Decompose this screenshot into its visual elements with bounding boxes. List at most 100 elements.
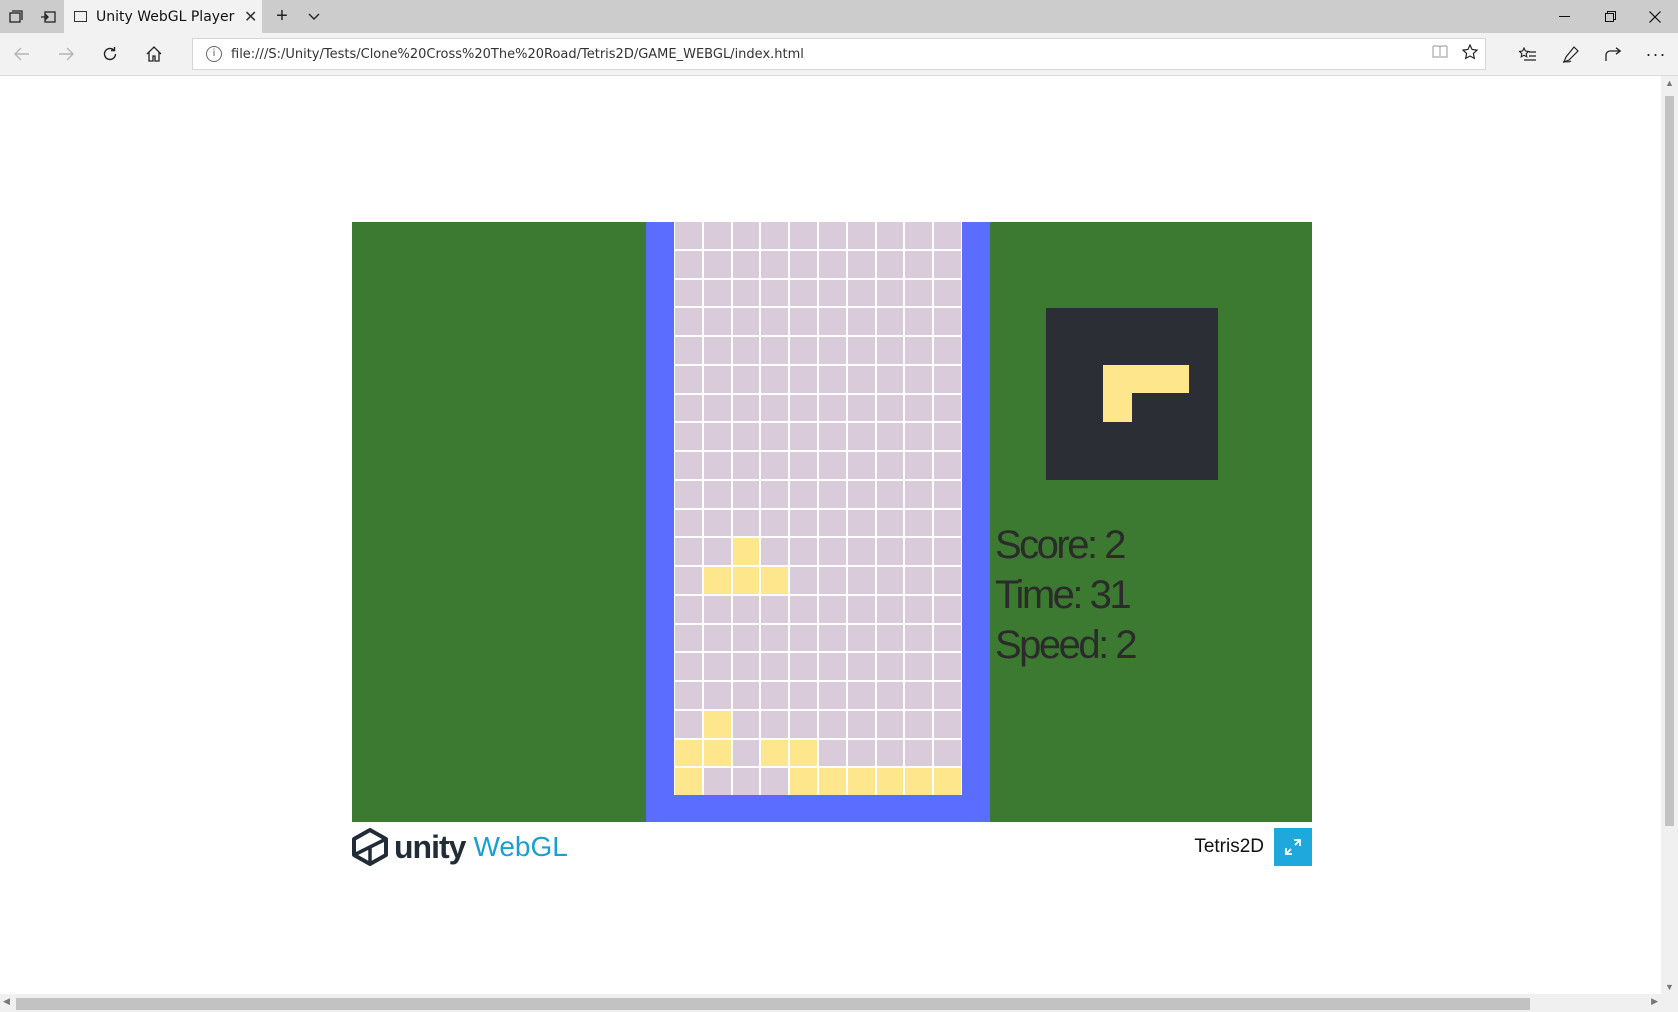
board-cell (790, 509, 817, 537)
board-cell (847, 337, 875, 364)
board-cell (703, 222, 731, 249)
board-cell (876, 279, 904, 307)
board-cell (761, 308, 789, 335)
board-cell (732, 308, 760, 335)
pen-notes-icon[interactable] (1550, 33, 1590, 75)
board-cell (905, 279, 933, 307)
board-cell (675, 279, 702, 307)
scroll-up-icon[interactable]: ▲ (1661, 78, 1678, 88)
tab-list-icon[interactable] (0, 0, 32, 33)
address-bar[interactable]: i file:///S:/Unity/Tests/Clone%20Cross%2… (192, 38, 1486, 70)
board-cell (876, 624, 904, 652)
board-cell (818, 710, 846, 738)
minimize-icon[interactable] (1541, 0, 1587, 33)
new-tab-icon[interactable]: + (266, 0, 298, 33)
board-cell (905, 595, 933, 623)
more-options-icon[interactable]: ··· (1636, 33, 1676, 75)
tab-active[interactable]: Unity WebGL Player | Te ✕ (64, 0, 262, 33)
board-cell (876, 337, 904, 364)
board-cell (732, 394, 760, 422)
chevron-down-icon[interactable] (298, 0, 330, 33)
board-cell (703, 337, 731, 364)
home-icon[interactable] (134, 33, 174, 75)
board-cell-filled (847, 768, 875, 795)
board-cell (818, 624, 846, 652)
board-cell (905, 394, 933, 422)
back-icon[interactable] (2, 33, 42, 75)
board-cell (934, 682, 961, 709)
next-piece-block-top (1103, 365, 1189, 393)
board-cell (847, 509, 875, 537)
scroll-down-icon[interactable]: ▼ (1661, 982, 1678, 992)
url-text[interactable]: file:///S:/Unity/Tests/Clone%20Cross%20T… (231, 47, 1425, 62)
horizontal-scroll-thumb[interactable] (16, 998, 1530, 1010)
board-cell (876, 653, 904, 680)
forward-icon[interactable] (46, 33, 86, 75)
board-cell (847, 653, 875, 680)
board-cell (818, 365, 846, 393)
board-cell-filled (761, 739, 789, 767)
board-cell (732, 710, 760, 738)
board-cell (732, 337, 760, 364)
vertical-scrollbar[interactable]: ▲ ▼ (1661, 76, 1678, 994)
board-cell (761, 250, 789, 278)
horizontal-scrollbar[interactable]: ◀ ▶ (0, 994, 1678, 1012)
board-cell (934, 452, 961, 479)
board-cell-filled (703, 567, 731, 594)
scroll-right-icon[interactable]: ▶ (1651, 996, 1658, 1007)
board-cell (675, 710, 702, 738)
webgl-footer: unity WebGL Tetris2D (352, 826, 1312, 868)
board-cell (876, 250, 904, 278)
board-cell (876, 710, 904, 738)
board-cell-filled (934, 768, 961, 795)
scroll-left-icon[interactable]: ◀ (3, 996, 10, 1007)
board-cell (761, 653, 789, 680)
board-cell (905, 480, 933, 508)
share-icon[interactable] (1593, 33, 1633, 75)
board-cell (847, 682, 875, 709)
board-cell (818, 480, 846, 508)
board-cell (732, 739, 760, 767)
favorite-star-icon[interactable] (1455, 43, 1485, 65)
restore-icon[interactable] (1587, 0, 1633, 33)
board-cell (905, 538, 933, 565)
close-window-icon[interactable] (1632, 0, 1678, 33)
board-cell (732, 222, 760, 249)
board-cell (703, 394, 731, 422)
vertical-scroll-thumb[interactable] (1665, 96, 1674, 826)
board-cell (790, 394, 817, 422)
reading-view-icon[interactable] (1425, 44, 1455, 64)
board-cell (761, 279, 789, 307)
close-tab-icon[interactable]: ✕ (244, 7, 257, 27)
board-cell (790, 567, 817, 594)
board-cell (818, 337, 846, 364)
board-cell (703, 509, 731, 537)
board-cell (732, 365, 760, 393)
board-cell (905, 222, 933, 249)
favorites-list-icon[interactable] (1507, 33, 1547, 75)
board-cell (905, 509, 933, 537)
board-cell (732, 452, 760, 479)
board-cell (675, 538, 702, 565)
time-text: Time: 31 (995, 573, 1132, 617)
fullscreen-button[interactable] (1274, 828, 1312, 866)
logo-unity-text: unity (394, 828, 466, 865)
info-icon[interactable]: i (206, 46, 222, 62)
board-cell-filled (732, 567, 760, 594)
board-cell (847, 567, 875, 594)
refresh-icon[interactable] (90, 33, 130, 75)
board-cell (761, 710, 789, 738)
unity-webgl-logo: unity WebGL (352, 828, 568, 866)
board-cell (905, 365, 933, 393)
board-cell (703, 624, 731, 652)
board-cell (876, 682, 904, 709)
board-cell (934, 509, 961, 537)
set-aside-tabs-icon[interactable] (32, 0, 64, 33)
board-cell (847, 394, 875, 422)
board-cell (761, 480, 789, 508)
board-cell (761, 452, 789, 479)
unity-game-canvas[interactable]: Score: 2 Time: 31 Speed: 2 (352, 222, 1312, 822)
board-cell (675, 567, 702, 594)
board-cell (818, 653, 846, 680)
board-cell (847, 739, 875, 767)
